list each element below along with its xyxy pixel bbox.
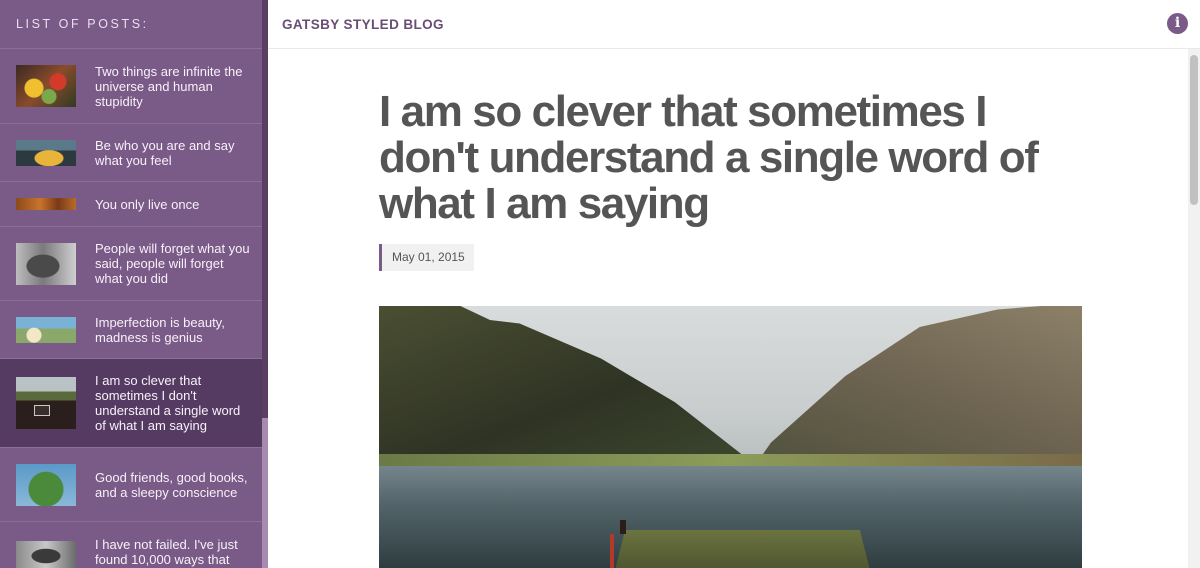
post-title: Two things are infinite the universe and… xyxy=(95,63,243,109)
post-title: Be who you are and say what you feel xyxy=(95,137,235,168)
list-item[interactable]: People will forget what you said, people… xyxy=(0,227,262,301)
article: I am so clever that sometimes I don't un… xyxy=(268,49,1188,568)
post-title: You only live once xyxy=(95,196,200,212)
post-thumbnail xyxy=(16,463,76,506)
post-title: People will forget what you said, people… xyxy=(95,241,250,286)
post-title: I am so clever that sometimes I don't un… xyxy=(95,373,241,433)
list-item[interactable]: Be who you are and say what you feel xyxy=(0,124,262,182)
main-scrollbar[interactable] xyxy=(1188,49,1200,568)
list-item[interactable]: Good friends, good books, and a sleepy c… xyxy=(0,448,262,522)
list-item[interactable]: I have not failed. I've just found 10,00… xyxy=(0,522,262,568)
blog-title[interactable]: Gatsby Styled Blog xyxy=(282,17,444,32)
post-thumbnail xyxy=(16,198,76,210)
sidebar-header: List of posts: xyxy=(0,0,262,49)
list-item[interactable]: Two things are infinite the universe and… xyxy=(0,49,262,124)
list-item[interactable]: You only live once xyxy=(0,182,262,227)
post-list: Two things are infinite the universe and… xyxy=(0,49,262,568)
list-item[interactable]: Imperfection is beauty, madness is geniu… xyxy=(0,301,262,359)
chimney xyxy=(620,520,626,534)
post-title: I have not failed. I've just found 10,00… xyxy=(95,537,238,567)
post-title: Imperfection is beauty, madness is geniu… xyxy=(95,314,225,345)
post-thumbnail xyxy=(16,65,76,107)
shoreline xyxy=(379,454,1082,466)
sidebar: List of posts: Two things are infinite t… xyxy=(0,0,262,568)
post-thumbnail xyxy=(16,316,76,343)
info-icon[interactable]: i xyxy=(1167,13,1188,34)
post-thumbnail xyxy=(16,242,76,285)
post-thumbnail xyxy=(16,139,76,166)
top-bar: Gatsby Styled Blog i xyxy=(268,0,1200,49)
hero-image xyxy=(379,306,1082,568)
main-scrollbar-thumb[interactable] xyxy=(1190,55,1198,205)
list-item-active[interactable]: I am so clever that sometimes I don't un… xyxy=(0,359,262,448)
page-title: I am so clever that sometimes I don't un… xyxy=(379,87,1039,228)
house-wall xyxy=(610,534,614,568)
post-date: May 01, 2015 xyxy=(379,244,474,271)
post-title: Good friends, good books, and a sleepy c… xyxy=(95,469,248,500)
grass-roof xyxy=(615,530,870,568)
post-thumbnail xyxy=(16,541,76,568)
post-thumbnail xyxy=(16,377,76,429)
